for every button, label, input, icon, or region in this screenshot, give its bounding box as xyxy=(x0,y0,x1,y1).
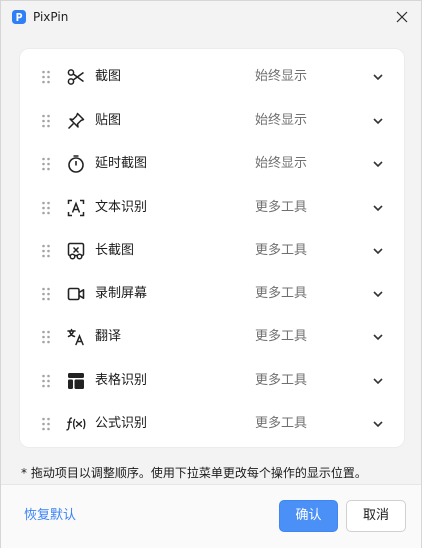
list-item[interactable]: 文本识别 更多工具 xyxy=(20,186,404,229)
item-label: 录制屏幕 xyxy=(95,285,148,301)
long-screenshot-icon xyxy=(66,241,86,261)
dropdown-value: 更多工具 xyxy=(255,242,308,258)
list-item[interactable]: 翻译 更多工具 xyxy=(20,315,404,358)
title-bar: PixPin xyxy=(1,1,421,33)
display-location-dropdown[interactable]: 更多工具 xyxy=(248,236,390,266)
chevron-down-icon xyxy=(373,333,383,340)
item-label: 公式识别 xyxy=(95,415,148,431)
list-item[interactable]: 延时截图 始终显示 xyxy=(20,142,404,185)
formula-icon xyxy=(66,414,86,434)
text-recognition-icon xyxy=(66,198,86,218)
display-location-dropdown[interactable]: 更多工具 xyxy=(248,322,390,352)
chevron-down-icon xyxy=(373,377,383,384)
timer-icon xyxy=(66,154,86,174)
display-location-dropdown[interactable]: 更多工具 xyxy=(248,409,390,439)
chevron-down-icon xyxy=(373,73,383,80)
item-label: 翻译 xyxy=(95,328,122,344)
dropdown-value: 始终显示 xyxy=(255,68,308,84)
dropdown-value: 更多工具 xyxy=(255,199,308,215)
display-location-dropdown[interactable]: 始终显示 xyxy=(248,106,390,136)
close-icon xyxy=(396,11,408,23)
translate-icon xyxy=(66,327,86,347)
chevron-down-icon xyxy=(373,117,383,124)
item-label: 文本识别 xyxy=(95,199,148,215)
dropdown-value: 更多工具 xyxy=(255,372,308,388)
chevron-down-icon xyxy=(373,290,383,297)
item-label: 表格识别 xyxy=(95,372,148,388)
item-label: 截图 xyxy=(95,68,122,84)
drag-handle-icon[interactable] xyxy=(41,329,51,345)
item-label: 贴图 xyxy=(95,112,122,128)
list-item[interactable]: 表格识别 更多工具 xyxy=(20,359,404,402)
chevron-down-icon xyxy=(373,247,383,254)
display-location-dropdown[interactable]: 始终显示 xyxy=(248,149,390,179)
list-item[interactable]: 长截图 更多工具 xyxy=(20,229,404,272)
confirm-button[interactable]: 确认 xyxy=(279,500,338,532)
drag-handle-icon[interactable] xyxy=(41,243,51,259)
drag-handle-icon[interactable] xyxy=(41,416,51,432)
pin-icon xyxy=(66,111,86,131)
dropdown-value: 更多工具 xyxy=(255,415,308,431)
drag-handle-icon[interactable] xyxy=(41,200,51,216)
dropdown-value: 始终显示 xyxy=(255,155,308,171)
chevron-down-icon xyxy=(373,420,383,427)
dropdown-value: 更多工具 xyxy=(255,285,308,301)
list-item[interactable]: 贴图 始终显示 xyxy=(20,99,404,142)
scissors-icon xyxy=(66,67,86,87)
display-location-dropdown[interactable]: 始终显示 xyxy=(248,62,390,92)
hint-text: * 拖动项目以调整顺序。使用下拉菜单更改每个操作的显示位置。 xyxy=(21,466,367,480)
pixpin-logo-icon xyxy=(12,10,26,24)
settings-dialog: PixPin 截图 始终显示 贴图 始终显示 延时截图 始终显示 文本识别 更多… xyxy=(0,0,422,548)
drag-handle-icon[interactable] xyxy=(41,69,51,85)
list-item[interactable]: 截图 始终显示 xyxy=(20,55,404,98)
close-button[interactable] xyxy=(387,3,417,31)
drag-handle-icon[interactable] xyxy=(41,113,51,129)
video-camera-icon xyxy=(66,284,86,304)
cancel-button[interactable]: 取消 xyxy=(346,500,406,532)
display-location-dropdown[interactable]: 更多工具 xyxy=(248,366,390,396)
drag-handle-icon[interactable] xyxy=(41,373,51,389)
item-label: 延时截图 xyxy=(95,155,148,171)
item-label: 长截图 xyxy=(95,242,135,258)
dropdown-value: 更多工具 xyxy=(255,328,308,344)
restore-defaults-button[interactable]: 恢复默认 xyxy=(15,503,85,529)
list-item[interactable]: 公式识别 更多工具 xyxy=(20,402,404,445)
drag-handle-icon[interactable] xyxy=(41,156,51,172)
dialog-footer: 恢复默认 确认 取消 xyxy=(1,484,421,548)
list-item[interactable]: 录制屏幕 更多工具 xyxy=(20,272,404,315)
toolbar-items-list: 截图 始终显示 贴图 始终显示 延时截图 始终显示 文本识别 更多工具 长截图 … xyxy=(19,48,405,448)
display-location-dropdown[interactable]: 更多工具 xyxy=(248,193,390,223)
dropdown-value: 始终显示 xyxy=(255,112,308,128)
table-icon xyxy=(66,371,86,391)
chevron-down-icon xyxy=(373,204,383,211)
window-title: PixPin xyxy=(33,10,69,24)
drag-handle-icon[interactable] xyxy=(41,286,51,302)
chevron-down-icon xyxy=(373,160,383,167)
display-location-dropdown[interactable]: 更多工具 xyxy=(248,279,390,309)
